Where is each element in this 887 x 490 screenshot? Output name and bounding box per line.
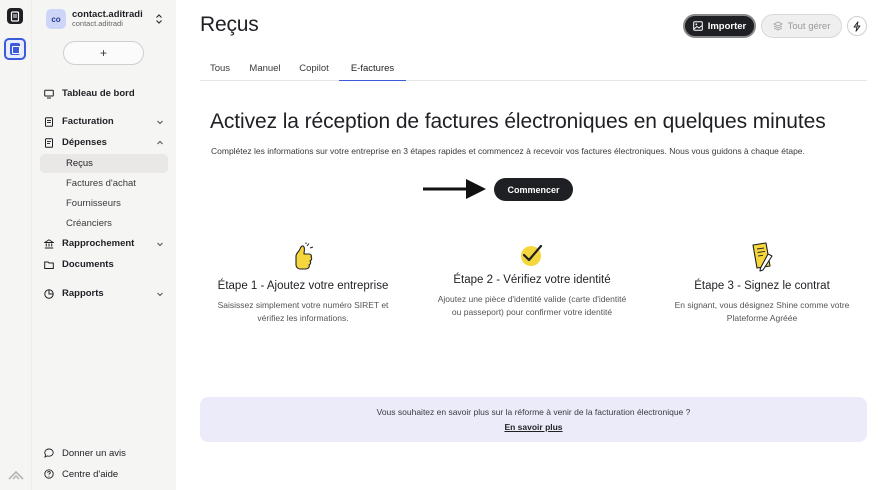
folder-icon [44, 260, 54, 270]
accounting-app-icon[interactable] [4, 38, 26, 60]
main-content: Reçus Importer Tout gérer Tous Manuel Co… [176, 0, 887, 490]
step-title: Étape 3 - Signez le contrat [694, 280, 830, 292]
help-center-link[interactable]: Centre d'aide [40, 466, 168, 482]
start-button[interactable]: Commencer [494, 178, 573, 201]
feedback-label: Donner un avis [62, 447, 126, 459]
manage-label: Tout gérer [787, 20, 831, 32]
help-icon [44, 469, 54, 479]
info-banner: Vous souhaitez en savoir plus sur la réf… [200, 397, 867, 442]
step-card-1: Étape 1 - Ajoutez votre entreprise Saisi… [198, 232, 408, 325]
sidebar-subitem-purchase-invoices[interactable]: Factures d'achat [40, 174, 168, 193]
manage-all-button[interactable]: Tout gérer [761, 14, 842, 38]
sidebar-item-billing[interactable]: Facturation [40, 112, 168, 131]
sign-document-icon [657, 232, 867, 274]
tab-copilot[interactable]: Copilot [290, 56, 338, 81]
sidebar-item-label: Rapprochement [62, 238, 135, 249]
page-title: Reçus [200, 13, 259, 36]
sidebar-item-label: Facturation [62, 116, 114, 127]
chevron-up-down-icon [154, 12, 164, 26]
tab-bar: Tous Manuel Copilot E-factures [200, 56, 867, 81]
chevron-down-icon [156, 290, 164, 298]
step-card-3: Étape 3 - Signez le contrat En signant, … [657, 232, 867, 325]
new-button[interactable]: + [63, 41, 144, 65]
invoice-icon [44, 116, 54, 127]
avatar: co [46, 9, 66, 29]
sidebar-item-reconciliation[interactable]: Rapprochement [40, 234, 168, 253]
hero-title: Activez la réception de factures électro… [210, 110, 826, 133]
import-button[interactable]: Importer [683, 14, 756, 38]
help-label: Centre d'aide [62, 468, 119, 480]
monitor-icon [44, 89, 54, 99]
step-card-2: Étape 2 - Vérifiez votre identité Ajoute… [427, 226, 637, 319]
sidebar-item-expenses[interactable]: Dépenses [40, 133, 168, 152]
chevron-up-icon [156, 139, 164, 147]
automation-button[interactable] [847, 16, 867, 36]
step-title: Étape 1 - Ajoutez votre entreprise [217, 280, 389, 292]
sidebar-item-label: Dépenses [62, 137, 107, 148]
sidebar-item-reports[interactable]: Rapports [40, 284, 168, 303]
app-logo-icon[interactable] [7, 8, 23, 24]
checkmark-icon [427, 226, 637, 268]
shine-logo-icon[interactable] [8, 468, 24, 480]
hero-subtitle: Complétez les informations sur votre ent… [211, 146, 805, 156]
tab-all[interactable]: Tous [200, 56, 240, 81]
sidebar: co contact.aditradi contact.aditradi + T… [32, 0, 176, 490]
sidebar-subitem-receipts[interactable]: Reçus [40, 154, 168, 173]
receipt-icon [44, 137, 54, 148]
tab-e-invoices[interactable]: E-factures [339, 56, 406, 81]
sidebar-item-label: Rapports [62, 288, 104, 299]
learn-more-link[interactable]: En savoir plus [504, 422, 562, 432]
step-description: En signant, vous désignez Shine comme vo… [674, 300, 850, 323]
sidebar-subitem-creditors[interactable]: Créanciers [40, 214, 168, 233]
step-description: Saisissez simplement votre numéro SIRET … [217, 300, 389, 323]
bank-icon [44, 238, 54, 249]
sidebar-item-label: Documents [62, 259, 114, 270]
account-switcher[interactable]: co contact.aditradi contact.aditradi [46, 8, 164, 30]
pie-chart-icon [44, 288, 54, 299]
lightning-icon [853, 20, 861, 32]
layers-icon [772, 21, 783, 31]
tab-manual[interactable]: Manuel [240, 56, 290, 81]
step-title: Étape 2 - Vérifiez votre identité [453, 274, 611, 286]
sidebar-subitem-suppliers[interactable]: Fournisseurs [40, 194, 168, 213]
sidebar-item-label: Tableau de bord [62, 88, 135, 99]
chevron-down-icon [156, 118, 164, 126]
app-rail [0, 0, 32, 490]
chat-icon [44, 448, 54, 458]
chevron-down-icon [156, 240, 164, 248]
image-icon [692, 21, 703, 31]
sidebar-item-dashboard[interactable]: Tableau de bord [40, 84, 168, 103]
thumbs-up-icon [198, 232, 408, 274]
info-text: Vous souhaitez en savoir plus sur la réf… [376, 407, 691, 417]
account-handle: contact.aditradi [72, 19, 123, 29]
feedback-link[interactable]: Donner un avis [40, 445, 168, 461]
import-label: Importer [707, 20, 747, 32]
arrow-right-icon [423, 179, 486, 199]
step-description: Ajoutez une pièce d'identité valide (car… [437, 294, 627, 317]
sidebar-item-documents[interactable]: Documents [40, 255, 168, 274]
